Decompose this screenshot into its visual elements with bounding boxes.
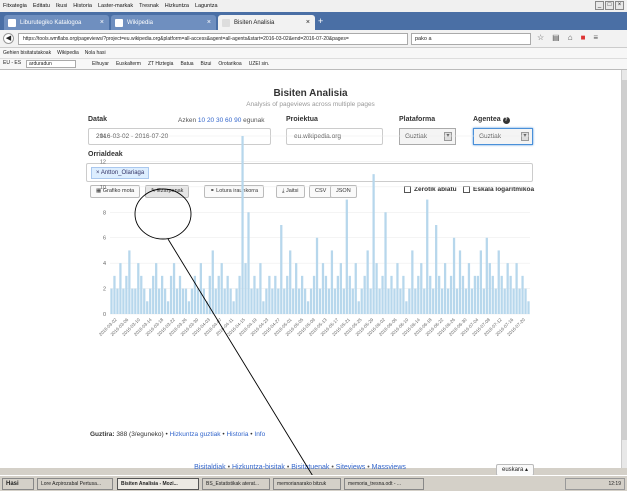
taskbar-item[interactable]: Bisiten Analisia - Mozi... [117, 478, 199, 490]
clock: 12:19 [608, 481, 621, 487]
taskbar: Hasi Lore Azpirozabal Pertusa... Bisiten… [0, 475, 627, 491]
annotation-circle [134, 188, 192, 240]
taskbar-item[interactable]: memoria_tresna.odt - ... [344, 478, 424, 490]
taskbar-item[interactable]: BS_Estatistikak aterat... [202, 478, 270, 490]
start-button[interactable]: Hasi [2, 478, 34, 490]
system-tray: 12:19 [565, 478, 625, 490]
taskbar-item[interactable]: Lore Azpirozabal Pertusa... [37, 478, 113, 490]
annotation-overlay [134, 188, 323, 491]
annotation-line [167, 238, 323, 491]
taskbar-item[interactable]: memorianarako bitzuk [273, 478, 341, 490]
